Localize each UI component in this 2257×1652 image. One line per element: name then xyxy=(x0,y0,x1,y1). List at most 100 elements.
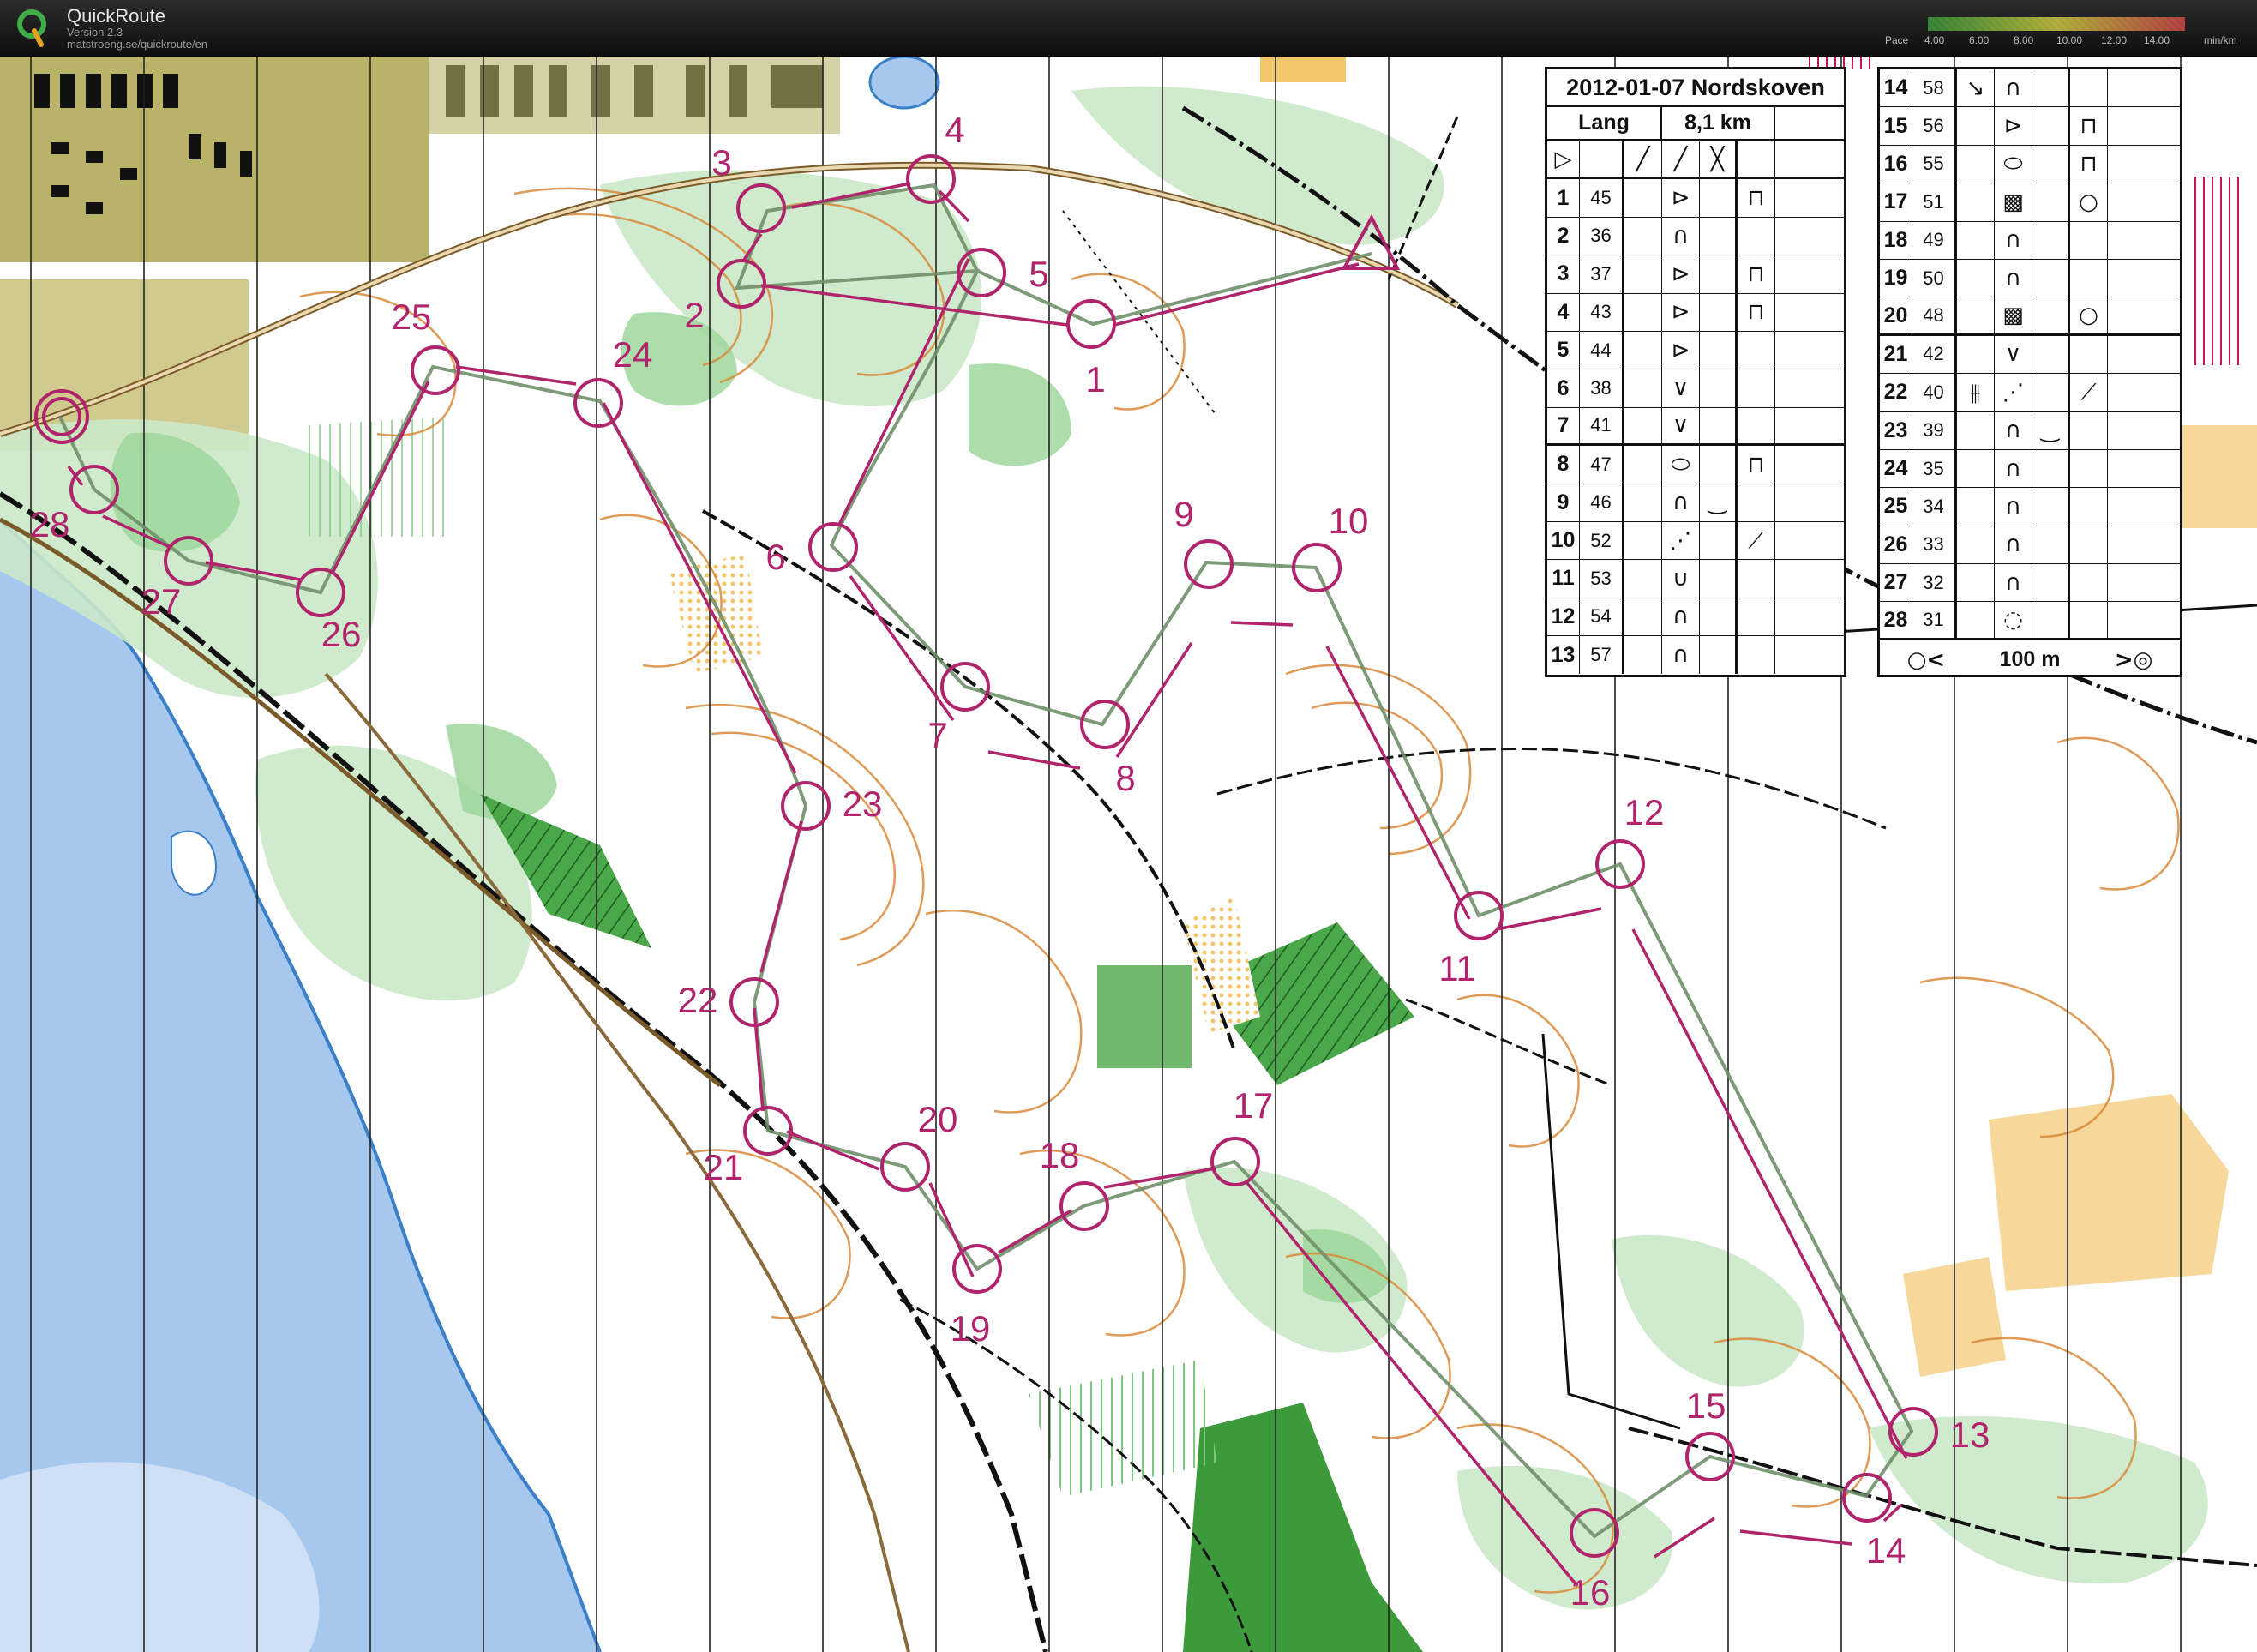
control-number: 1 xyxy=(1085,359,1105,399)
course-title: 2012-01-07 Nordskoven xyxy=(1547,69,1844,107)
crossing-icon: ╳ xyxy=(1700,141,1738,177)
between-icon: ⫵ xyxy=(1957,374,1995,411)
control-number: 11 xyxy=(1438,948,1476,988)
control-description-row: 3 37 ⊳ ⊓ xyxy=(1547,255,1844,294)
foot-icon: ⊓ xyxy=(1738,293,1775,331)
control-number: 6 xyxy=(765,537,785,577)
control-number: 4 xyxy=(945,110,964,150)
control-description-row: 20 48 ▩ ○ xyxy=(1880,297,2180,336)
foot-icon: ⊓ xyxy=(2070,107,2108,145)
control-number: 5 xyxy=(1029,254,1048,294)
small-valley-icon: ∨ xyxy=(1662,407,1700,444)
quickroute-q-logo xyxy=(17,9,46,47)
spur-icon: ∩ xyxy=(1995,221,2032,259)
control-number: 27 xyxy=(141,581,182,622)
control-number: 19 xyxy=(951,1308,991,1349)
re-entrant-icon: ⊳ xyxy=(1662,179,1700,217)
spur-icon: ∩ xyxy=(1995,411,2032,449)
control-description-row: 28 31 ◌ xyxy=(1880,602,2180,640)
control-description-row: 12 54 ∩ xyxy=(1547,598,1844,637)
start-triangle-icon: ▷ xyxy=(1547,141,1580,177)
orienteering-map[interactable]: 1 2 3 4 5 6 7 8 9 10 11 12 13 14 15 16 1… xyxy=(0,57,2257,1652)
control-number: 22 xyxy=(678,980,718,1020)
thicket-icon: ▩ xyxy=(1995,297,2032,333)
spur-icon: ∩ xyxy=(1662,598,1700,636)
foot-icon: ⊓ xyxy=(1738,179,1775,217)
control-description-row: 26 33 ∩ xyxy=(1880,526,2180,565)
earth-wall-icon: ⋰ xyxy=(1662,521,1700,560)
road-icon: ╱ xyxy=(1662,141,1700,177)
foot-icon: ⊓ xyxy=(1738,446,1775,484)
control-number: 26 xyxy=(321,614,362,654)
pace-tick: 4.00 xyxy=(1924,34,1945,46)
pace-tick: 14.00 xyxy=(2144,34,2170,46)
re-entrant-icon: ⊳ xyxy=(1662,331,1700,369)
control-number: 16 xyxy=(1570,1572,1611,1613)
re-entrant-icon: ⊳ xyxy=(1995,107,2032,145)
end-icon: ⟋ xyxy=(1738,521,1775,560)
knoll-icon: ⬭ xyxy=(1662,446,1700,484)
control-description-row: 16 55 ⬭ ⊓ xyxy=(1880,145,2180,184)
control-description-row: 7 41 ∨ xyxy=(1547,407,1844,447)
spur-icon: ∩ xyxy=(1995,488,2032,526)
spur-icon: ∩ xyxy=(1995,526,2032,564)
control-number: 13 xyxy=(1950,1415,1990,1455)
spur-icon: ∩ xyxy=(1995,449,2032,488)
pace-color-bar xyxy=(1928,17,2185,31)
control-number: 12 xyxy=(1624,792,1665,832)
control-number: 3 xyxy=(711,142,731,183)
control-number: 24 xyxy=(613,334,653,375)
control-number: 2 xyxy=(684,295,704,335)
control-description-row: 24 35 ∩ xyxy=(1880,449,2180,489)
spur-icon: ∩ xyxy=(1995,69,2032,107)
control-description-row: 23 39 ∩ ‿ xyxy=(1880,411,2180,450)
pace-tick: 6.00 xyxy=(1969,34,1990,46)
pace-label: Pace xyxy=(1885,34,1909,46)
finish-circle-icon: >◎ xyxy=(2114,646,2153,673)
pond xyxy=(868,57,940,110)
app-title-bar: QuickRoute Version 2.3 matstroeng.se/qui… xyxy=(0,0,2257,57)
control-number: 7 xyxy=(927,715,947,755)
control-description-row: 27 32 ∩ xyxy=(1880,564,2180,603)
course-class: Lang xyxy=(1547,107,1662,139)
control-number: 9 xyxy=(1174,494,1193,534)
course-length: 8,1 km xyxy=(1662,107,1775,139)
control-number: 28 xyxy=(30,504,70,544)
control-number: 10 xyxy=(1329,501,1369,541)
control-number: 21 xyxy=(704,1147,744,1187)
control-number: 15 xyxy=(1686,1385,1726,1426)
small-valley-icon: ∨ xyxy=(1662,369,1700,407)
control-description-row: 11 53 ∪ xyxy=(1547,560,1844,598)
control-number: 17 xyxy=(1234,1085,1274,1126)
end-icon: ⟋ xyxy=(2070,374,2108,411)
small-valley-icon: ∨ xyxy=(1995,335,2032,374)
control-description-row: 10 52 ⋰ ⟋ xyxy=(1547,521,1844,561)
direction-arrow-icon: ↘ xyxy=(1957,69,1995,107)
control-number: 23 xyxy=(843,784,883,824)
pace-color-legend: Pace 4.00 6.00 8.00 10.00 12.00 14.00 mi… xyxy=(1882,14,2250,51)
course-class-length: Lang 8,1 km xyxy=(1547,107,1844,141)
control-description-row: 4 43 ⊳ ⊓ xyxy=(1547,293,1844,332)
edge-icon: ○ xyxy=(2070,183,2108,221)
spur-icon: ∩ xyxy=(1995,259,2032,297)
re-entrant-icon: ⊳ xyxy=(1662,293,1700,331)
app-name: QuickRoute xyxy=(67,5,165,27)
re-entrant-icon: ⊳ xyxy=(1662,255,1700,293)
control-description-row: 14 58 ↘ ∩ xyxy=(1880,69,2180,108)
control-description-row: 18 49 ∩ xyxy=(1880,221,2180,260)
control-description-row: 9 46 ∩ ‿ xyxy=(1547,484,1844,522)
control-description-sheet: 2012-01-07 Nordskoven Lang 8,1 km ▷ ╱ ╱ … xyxy=(1545,67,1846,677)
control-description-row: 13 57 ∩ xyxy=(1547,636,1844,675)
pace-tick: 12.00 xyxy=(2101,34,2128,46)
control-number: 25 xyxy=(392,297,432,337)
control-description-row: 25 34 ∩ xyxy=(1880,488,2180,526)
finish-distance: 100 m xyxy=(1999,647,2061,672)
control-description-row: 22 40 ⫵ ⋰ ⟋ xyxy=(1880,374,2180,412)
pace-tick: 8.00 xyxy=(2014,34,2034,46)
control-description-sheet-continued: 14 58 ↘ ∩ 15 56 ⊳ ⊓ 16 55 ⬭ ⊓ 17 51 ▩ ○ 18 49 ∩ 19 50 ∩ … xyxy=(1877,67,2182,677)
upper-part-icon: ‿ xyxy=(2032,411,2070,449)
knoll-icon: ⬭ xyxy=(1995,145,2032,183)
control-description-row: 1 45 ⊳ ⊓ xyxy=(1547,179,1844,218)
control-description-row: 19 50 ∩ xyxy=(1880,259,2180,298)
foot-icon: ⊓ xyxy=(2070,145,2108,183)
